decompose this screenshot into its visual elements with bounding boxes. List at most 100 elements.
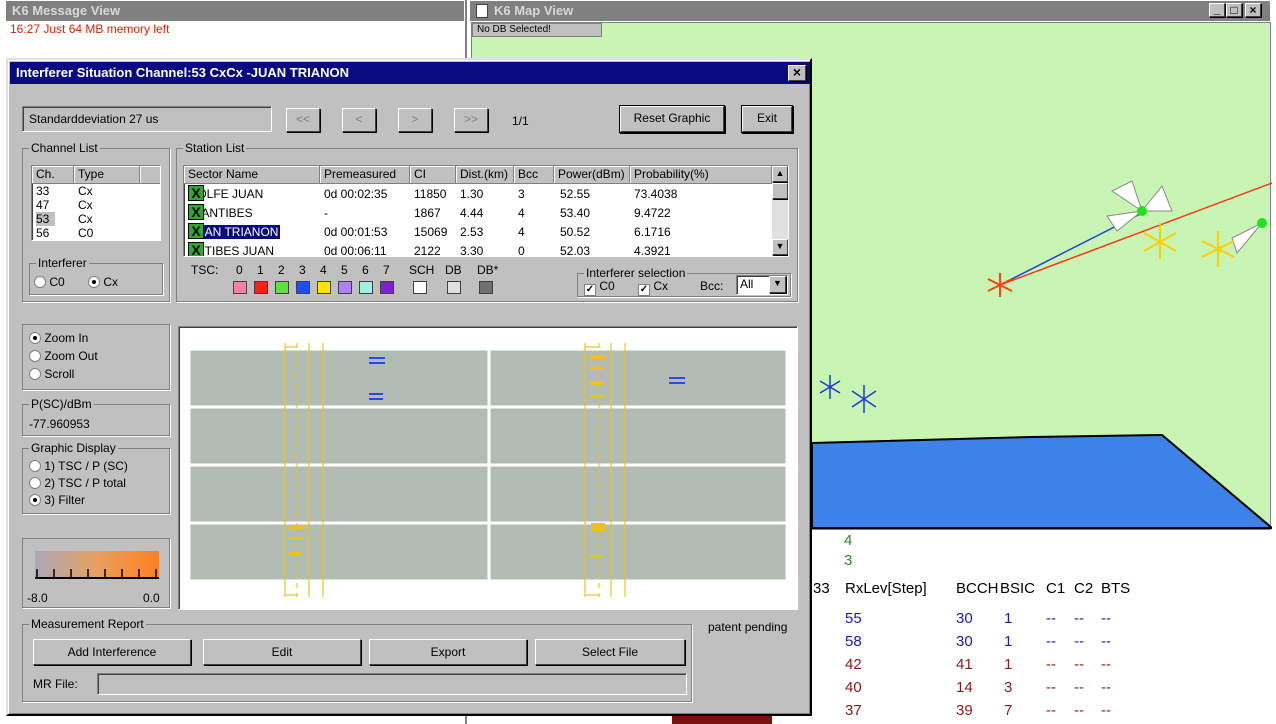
station-col-header[interactable]: Power(dBm) xyxy=(554,166,630,184)
table-header-c1: C1 xyxy=(1046,580,1066,597)
measurement-cell: -- xyxy=(1074,656,1084,673)
station-col-header[interactable]: Premeasured xyxy=(320,166,410,184)
channel-number: 56 xyxy=(36,226,50,240)
nav-prev-button[interactable]: < xyxy=(342,108,376,132)
zoom-group: Zoom In Zoom Out Scroll xyxy=(22,324,170,390)
channel-col-ch[interactable]: Ch. xyxy=(32,166,74,184)
station-scrollbar[interactable]: ▲ ▼ xyxy=(772,166,788,256)
export-button[interactable]: Export xyxy=(369,639,527,665)
measurement-report-group: Measurement Report Add Interference Edit… xyxy=(22,617,692,702)
scroll-thumb[interactable] xyxy=(772,183,788,199)
selection-cx-checkbox[interactable]: ✓ Cx xyxy=(638,279,668,296)
mr-file-label: MR File: xyxy=(33,677,78,691)
graphic-canvas[interactable] xyxy=(178,326,798,610)
selection-c0-checkbox[interactable]: ✓ C0 xyxy=(584,279,615,296)
tsc-extra-swatch xyxy=(447,281,461,294)
channel-number: 53 xyxy=(36,212,56,226)
zoom-in-radio[interactable]: Zoom In xyxy=(29,331,88,345)
station-list[interactable]: Sector Name Premeasured CI Dist.(km) Bcc Powe… xyxy=(183,165,789,257)
nav-first-button[interactable]: << xyxy=(286,108,320,132)
dialog-titlebar[interactable]: Interferer Situation Channel:53 CxCx -JU… xyxy=(10,62,810,84)
measurement-cell: -- xyxy=(1074,679,1084,696)
interferer-cx-radio[interactable]: Cx xyxy=(88,275,118,289)
measurement-cell: -- xyxy=(1074,702,1084,719)
channel-row[interactable]: 56 C0 xyxy=(32,226,160,240)
station-cell: 3 xyxy=(518,187,525,201)
station-cell: 11850 xyxy=(414,187,447,201)
scale-max: 0.0 xyxy=(143,591,160,605)
select-file-button[interactable]: Select File xyxy=(535,639,685,665)
channel-row[interactable]: 53 Cx xyxy=(32,212,160,226)
rxlev-partial-1: 4 xyxy=(844,532,853,549)
scroll-radio[interactable]: Scroll xyxy=(29,367,74,381)
reset-graphic-button[interactable]: Reset Graphic xyxy=(620,106,724,132)
dialog-close-button[interactable]: × xyxy=(788,65,806,81)
edit-button[interactable]: Edit xyxy=(203,639,361,665)
sector-name: X JUAN TRIANON xyxy=(186,223,282,242)
tsc-label: TSC: xyxy=(191,263,219,277)
display-opt3-radio[interactable]: 3) Filter xyxy=(29,493,85,507)
measurement-cell: -- xyxy=(1046,656,1056,673)
display-opt2-radio[interactable]: 2) TSC / P total xyxy=(29,476,126,490)
add-interference-button[interactable]: Add Interference xyxy=(33,639,191,665)
tsc-swatch xyxy=(296,281,310,294)
sector-check-icon[interactable]: X xyxy=(188,185,204,201)
measurement-cell: -- xyxy=(1101,656,1111,673)
bcc-dropdown-arrow[interactable]: ▼ xyxy=(769,276,786,293)
map-maximize-button[interactable]: □ xyxy=(1226,3,1242,17)
message-log-line: 16:27 Just 64 MB memory left xyxy=(10,22,170,36)
station-col-header[interactable]: Probability(%) xyxy=(630,166,772,184)
tsc-extra-swatch xyxy=(413,281,427,294)
rxlev-partial-2: 3 xyxy=(844,552,853,569)
station-cell: 0d 00:06:11 xyxy=(324,244,387,257)
map-view-titlebar[interactable]: K6 Map View xyxy=(470,1,1270,21)
station-col-header[interactable]: CI xyxy=(410,166,456,184)
measurement-cell: 1 xyxy=(1004,610,1013,627)
message-view-titlebar[interactable]: K6 Message View xyxy=(6,1,464,21)
measurement-cell: 30 xyxy=(956,610,973,627)
interferer-c0-radio[interactable]: C0 xyxy=(34,275,65,289)
station-cell: 4 xyxy=(518,206,525,220)
display-opt1-radio[interactable]: 1) TSC / P (SC) xyxy=(29,459,128,473)
station-cell: 9.4722 xyxy=(634,206,671,220)
bcc-select[interactable]: All ▼ xyxy=(736,275,788,295)
channel-type: Cx xyxy=(78,198,93,212)
channel-col-type[interactable]: Type xyxy=(74,166,140,184)
station-row[interactable]: X GOLFE JUAN 0d 00:02:35 11850 1.30 3 52.55 73.… xyxy=(184,185,788,204)
station-cell: 4.44 xyxy=(460,206,484,220)
channel-row[interactable]: 33 Cx xyxy=(32,184,160,198)
exit-button[interactable]: Exit xyxy=(742,106,792,132)
zoom-out-radio[interactable]: Zoom Out xyxy=(29,349,98,363)
measurement-cell: -- xyxy=(1046,702,1056,719)
sector-check-icon[interactable]: X xyxy=(188,242,204,256)
tsc-number: 0 xyxy=(236,263,243,277)
station-row[interactable]: X JUAN TRIANON 0d 00:01:53 15069 2.53 4 50.52 6… xyxy=(184,223,788,242)
measurement-cell: 39 xyxy=(956,702,973,719)
station-cell: 2.53 xyxy=(460,225,484,239)
station-col-header[interactable]: Dist.(km) xyxy=(456,166,514,184)
station-col-header[interactable]: Bcc xyxy=(514,166,554,184)
patent-pending-text: patent pending xyxy=(708,620,788,634)
mr-file-field[interactable] xyxy=(97,673,687,695)
scroll-down-button[interactable]: ▼ xyxy=(772,239,788,255)
table-header-rxlev: RxLev[Step] xyxy=(845,580,927,597)
measurement-report-label: Measurement Report xyxy=(29,617,146,631)
nav-next-button[interactable]: > xyxy=(398,108,432,132)
table-header-c2: C2 xyxy=(1074,580,1094,597)
measurement-cell: 30 xyxy=(956,633,973,650)
table-header-33: 33 xyxy=(813,580,830,597)
scroll-up-button[interactable]: ▲ xyxy=(772,166,788,182)
sector-check-icon[interactable]: X xyxy=(188,204,204,220)
measurement-cell: -- xyxy=(1101,610,1111,627)
sector-check-icon[interactable]: X xyxy=(188,223,204,239)
map-close-button[interactable]: × xyxy=(1245,3,1261,17)
channel-row[interactable]: 47 Cx xyxy=(32,198,160,212)
station-col-header[interactable]: Sector Name xyxy=(184,166,320,184)
nav-last-button[interactable]: >> xyxy=(454,108,488,132)
tsc-number: 1 xyxy=(257,263,264,277)
channel-list[interactable]: Ch. Type 33 Cx 47 Cx 53 Cx 56 C0 xyxy=(31,165,161,241)
tsc-extra-swatch xyxy=(479,281,493,294)
map-minimize-button[interactable]: _ xyxy=(1209,3,1225,17)
station-row[interactable]: X ANTIBES JUAN 0d 00:06:11 2122 3.30 0 52.03 4.… xyxy=(184,242,788,257)
station-row[interactable]: X ZI ANTIBES - 1867 4.44 4 53.40 9.4722 xyxy=(184,204,788,223)
